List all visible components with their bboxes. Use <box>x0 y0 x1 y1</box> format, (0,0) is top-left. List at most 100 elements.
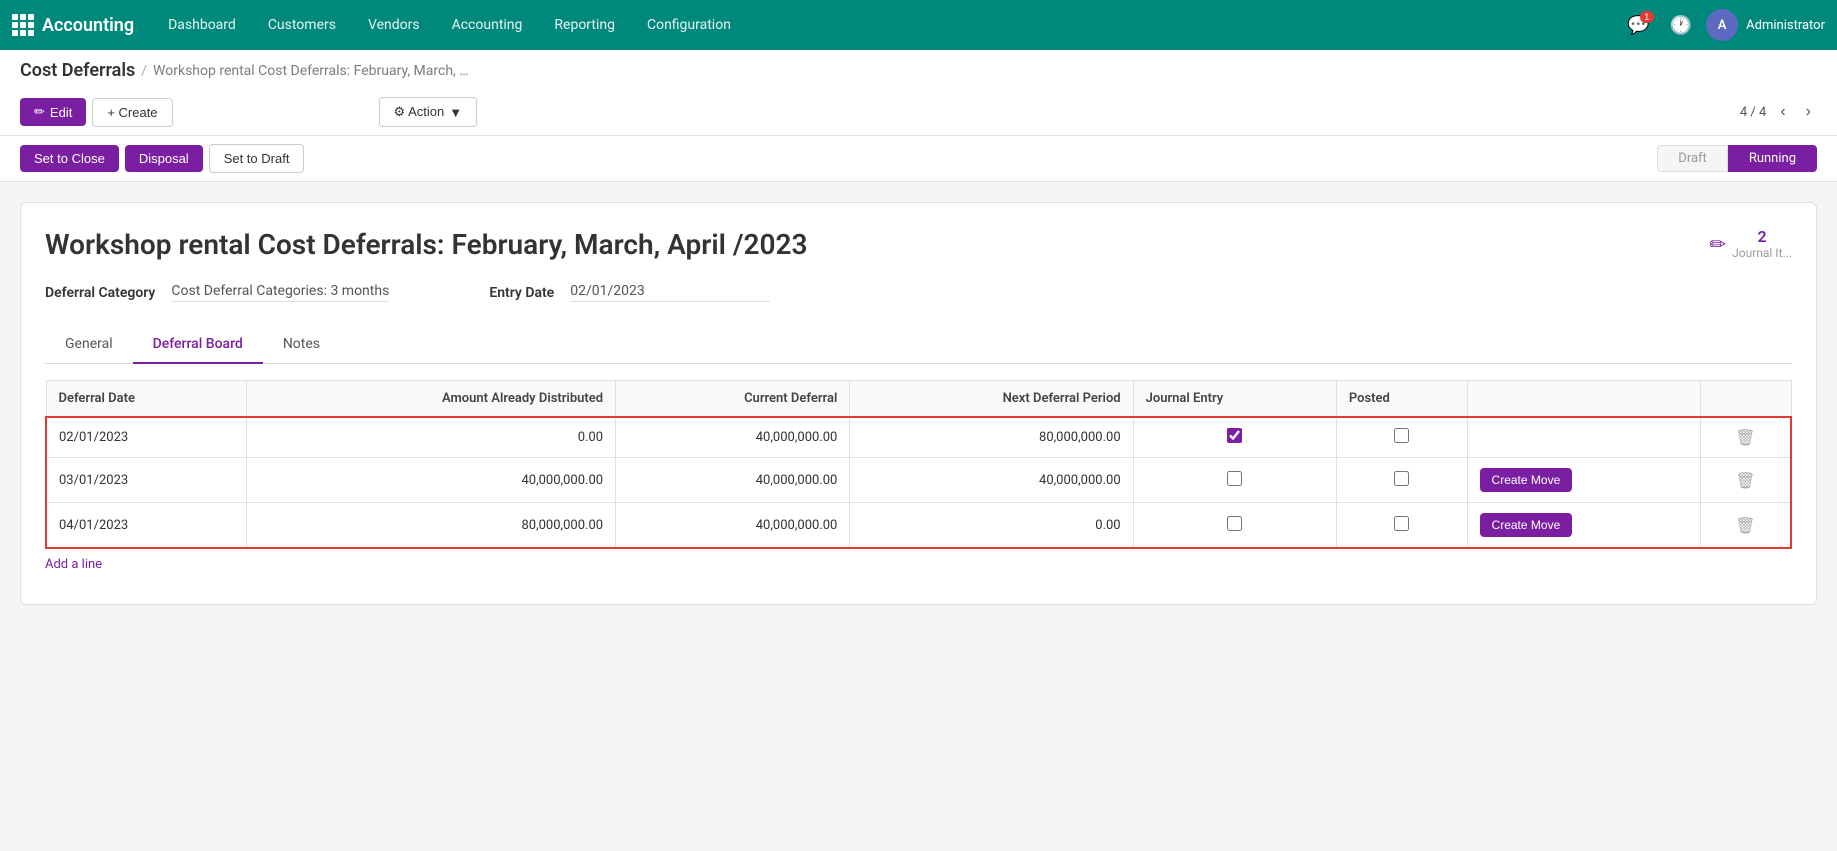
col-delete <box>1700 381 1791 418</box>
action-dropdown-icon: ▼ <box>449 105 462 120</box>
breadcrumb-separator: / <box>141 63 147 79</box>
nav-configuration[interactable]: Configuration <box>633 0 745 50</box>
cell-current-3: 40,000,000.00 <box>616 503 850 549</box>
pager: 4 / 4 ‹ › <box>1740 101 1817 123</box>
add-line[interactable]: Add a line <box>45 549 102 580</box>
tab-general[interactable]: General <box>45 326 133 364</box>
cell-amount-2: 40,000,000.00 <box>247 458 616 503</box>
journal-checkbox-1[interactable] <box>1227 428 1242 443</box>
delete-icon-3[interactable]: 🗑 <box>1735 516 1755 535</box>
col-actions <box>1467 381 1700 418</box>
create-move-button-3[interactable]: Create Move <box>1480 513 1573 537</box>
set-to-close-label: Set to Close <box>34 151 105 166</box>
cell-posted-3[interactable] <box>1336 503 1467 549</box>
app-name: Accounting <box>42 15 134 36</box>
tab-deferral-board[interactable]: Deferral Board <box>133 326 263 364</box>
journal-label: Journal It... <box>1732 246 1792 260</box>
edit-button[interactable]: ✏ Edit <box>20 98 86 126</box>
action-label: ⚙ Action <box>394 104 445 120</box>
cell-posted-1[interactable] <box>1336 417 1467 458</box>
cell-next-2: 40,000,000.00 <box>850 458 1133 503</box>
col-journal-entry: Journal Entry <box>1133 381 1336 418</box>
cell-amount-1: 0.00 <box>247 417 616 458</box>
cell-next-3: 0.00 <box>850 503 1133 549</box>
cell-journal-2[interactable] <box>1133 458 1336 503</box>
set-to-draft-label: Set to Draft <box>224 151 290 166</box>
page-header: Cost Deferrals / Workshop rental Cost De… <box>0 50 1837 136</box>
col-deferral-date: Deferral Date <box>46 381 247 418</box>
breadcrumb: Cost Deferrals / Workshop rental Cost De… <box>20 60 1817 81</box>
tabs: General Deferral Board Notes <box>45 326 1792 364</box>
nav-vendors[interactable]: Vendors <box>354 0 434 50</box>
cell-journal-3[interactable] <box>1133 503 1336 549</box>
status-running: Running <box>1728 145 1817 172</box>
cell-posted-2[interactable] <box>1336 458 1467 503</box>
cell-delete-3[interactable]: 🗑 <box>1700 503 1791 549</box>
tab-notes[interactable]: Notes <box>263 326 340 364</box>
deferral-category-value[interactable]: Cost Deferral Categories: 3 months <box>171 283 389 302</box>
cell-date-2: 03/01/2023 <box>46 458 247 503</box>
nav-reporting[interactable]: Reporting <box>540 0 629 50</box>
entry-date-value[interactable]: 02/01/2023 <box>570 283 770 302</box>
fields-row: Deferral Category Cost Deferral Categori… <box>45 283 1792 302</box>
notification-badge: 1 <box>1640 11 1654 23</box>
nav-dashboard[interactable]: Dashboard <box>154 0 250 50</box>
clock-button[interactable]: 🕐 <box>1664 9 1698 42</box>
status-bar: Set to Close Disposal Set to Draft Draft… <box>0 136 1837 182</box>
table-row: 04/01/2023 80,000,000.00 40,000,000.00 0… <box>46 503 1791 549</box>
col-current-deferral: Current Deferral <box>616 381 850 418</box>
edit-label: Edit <box>50 105 72 120</box>
cell-delete-1[interactable]: 🗑 <box>1700 417 1791 458</box>
delete-icon-2[interactable]: 🗑 <box>1735 471 1755 490</box>
user-avatar[interactable]: A <box>1706 9 1738 41</box>
set-to-close-button[interactable]: Set to Close <box>20 145 119 172</box>
cell-next-1: 80,000,000.00 <box>850 417 1133 458</box>
pager-next[interactable]: › <box>1800 101 1817 123</box>
status-track: Draft Running <box>1657 145 1817 172</box>
action-button[interactable]: ⚙ Action ▼ <box>379 97 478 127</box>
cell-current-1: 40,000,000.00 <box>616 417 850 458</box>
delete-icon-1[interactable]: 🗑 <box>1735 428 1755 447</box>
breadcrumb-main[interactable]: Cost Deferrals <box>20 60 135 81</box>
record-card: ✏ 2 Journal It... Workshop rental Cost D… <box>20 202 1817 605</box>
cell-create-move-2[interactable]: Create Move <box>1467 458 1700 503</box>
set-to-draft-button[interactable]: Set to Draft <box>209 144 305 173</box>
journal-badge[interactable]: ✏ 2 Journal It... <box>1709 227 1792 260</box>
col-amount-distributed: Amount Already Distributed <box>247 381 616 418</box>
pager-prev[interactable]: ‹ <box>1774 101 1791 123</box>
cell-amount-3: 80,000,000.00 <box>247 503 616 549</box>
disposal-button[interactable]: Disposal <box>125 145 203 172</box>
posted-checkbox-1[interactable] <box>1394 428 1409 443</box>
create-button[interactable]: + Create <box>92 98 172 127</box>
app-brand[interactable]: Accounting <box>12 14 134 36</box>
cell-date-3: 04/01/2023 <box>46 503 247 549</box>
nav-accounting[interactable]: Accounting <box>438 0 537 50</box>
pager-text: 4 / 4 <box>1740 105 1766 120</box>
cell-current-2: 40,000,000.00 <box>616 458 850 503</box>
posted-checkbox-2[interactable] <box>1394 471 1409 486</box>
cell-create-move-1 <box>1467 417 1700 458</box>
pencil-icon: ✏ <box>1709 232 1726 256</box>
deferral-category-group: Deferral Category Cost Deferral Categori… <box>45 283 389 302</box>
table-row: 03/01/2023 40,000,000.00 40,000,000.00 4… <box>46 458 1791 503</box>
table-row: 02/01/2023 0.00 40,000,000.00 80,000,000… <box>46 417 1791 458</box>
deferral-table: Deferral Date Amount Already Distributed… <box>45 380 1792 549</box>
entry-date-label: Entry Date <box>489 285 554 301</box>
cell-delete-2[interactable]: 🗑 <box>1700 458 1791 503</box>
messages-button[interactable]: 💬 1 <box>1621 9 1655 42</box>
create-label: + Create <box>107 105 157 120</box>
record-title: Workshop rental Cost Deferrals: February… <box>45 227 1792 263</box>
status-draft: Draft <box>1657 145 1728 172</box>
create-move-button-2[interactable]: Create Move <box>1480 468 1573 492</box>
user-name[interactable]: Administrator <box>1746 18 1825 33</box>
toolbar: ✏ Edit + Create ⚙ Action ▼ 4 / 4 ‹ › <box>20 89 1817 135</box>
breadcrumb-sub: Workshop rental Cost Deferrals: February… <box>153 63 469 79</box>
cell-create-move-3[interactable]: Create Move <box>1467 503 1700 549</box>
col-next-period: Next Deferral Period <box>850 381 1133 418</box>
cell-journal-1[interactable] <box>1133 417 1336 458</box>
journal-checkbox-3[interactable] <box>1227 516 1242 531</box>
content-area: ✏ 2 Journal It... Workshop rental Cost D… <box>0 182 1837 625</box>
posted-checkbox-3[interactable] <box>1394 516 1409 531</box>
nav-customers[interactable]: Customers <box>254 0 350 50</box>
journal-checkbox-2[interactable] <box>1227 471 1242 486</box>
